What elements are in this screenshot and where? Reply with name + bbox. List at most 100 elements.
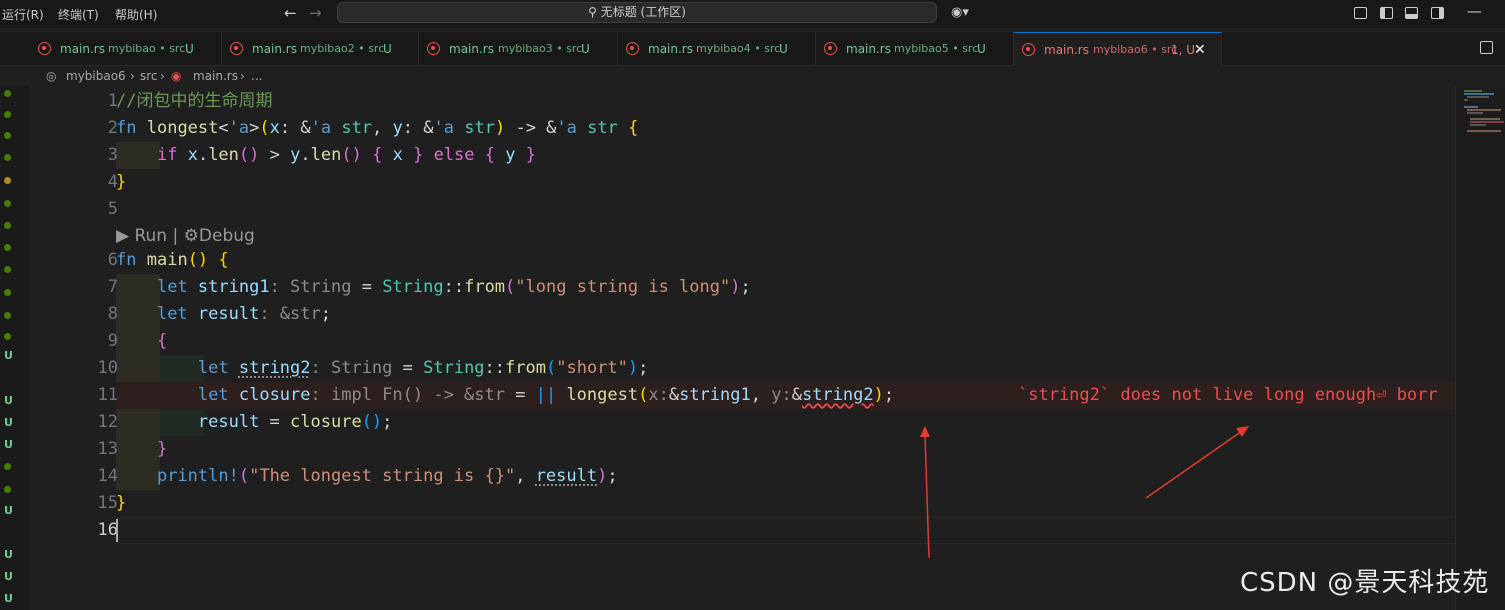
scm-dot [4,222,11,229]
rust-file-icon: ◉ [171,69,182,83]
minimap-line [1464,106,1478,108]
run-codelens[interactable]: Run [134,226,167,246]
tab-mybibao5[interactable]: main.rs mybibao5 • src U [816,32,1014,66]
tab-mybibao6[interactable]: main.rs mybibao6 • src 1, U ✕ [1014,32,1222,66]
tab-filename: main.rs [252,42,297,56]
line-number: 3 [107,145,118,165]
chevron-right-icon: › [130,69,135,83]
breadcrumb-src[interactable]: src [140,69,158,83]
gear-icon: ⚙ [183,226,199,246]
code-line-2: fn longest<'a>(x: &'a str, y: &'a str) -… [116,118,639,138]
tab-mybibao[interactable]: main.rs mybibao • src U [30,32,222,66]
code-line-9: { [156,331,168,351]
play-icon: ▶ [116,226,130,246]
folder-icon: ◎ [46,69,57,83]
untracked-badge: U [4,416,13,429]
chevron-right-icon: › [240,69,245,83]
code-editor[interactable]: 1 2 3 4 5 6 7 8 9 10 11 12 13 14 15 16 /… [30,86,1455,610]
line-number: 16 [97,520,118,540]
line-number: 10 [97,358,118,378]
tab-mybibao3[interactable]: main.rs mybibao3 • src U [419,32,618,66]
code-line-14: println!("The longest string is {}", res… [156,466,618,486]
tab-filename: main.rs [449,42,494,56]
code-line-13: } [156,439,168,459]
tab-description: mybibao3 • src [498,42,583,55]
tab-description: mybibao6 • src [1093,43,1178,56]
rust-file-icon [38,42,51,55]
line-number: 14 [97,466,118,486]
search-text: 无标题 (工作区) [600,5,686,19]
split-editor-icon[interactable] [1480,41,1493,54]
minimap-line [1464,90,1482,92]
minimap-line [1467,109,1501,111]
breadcrumb-file[interactable]: main.rs [193,69,238,83]
forward-arrow-icon[interactable]: → [309,4,322,22]
line-number: 4 [107,172,118,192]
tab-mybibao4[interactable]: main.rs mybibao4 • src U [618,32,816,66]
menu-run[interactable]: 运行(R) [2,6,44,23]
tab-status: U [779,42,788,56]
rust-file-icon [626,42,639,55]
breadcrumb-folder[interactable]: mybibao6 [66,69,126,83]
current-line-highlight [116,517,1455,544]
line-number: 12 [97,412,118,432]
line-number: 5 [107,199,118,219]
code-line-6: fn main() { [116,250,229,270]
tab-status: U [581,42,590,56]
rust-file-icon [427,42,440,55]
code-line-15: } [116,493,127,513]
close-tab-icon[interactable]: ✕ [1194,33,1206,66]
minimap-line [1467,112,1483,114]
minimap-line [1470,121,1504,123]
watermark: CSDN @景天科技苑 [1240,568,1490,598]
copilot-icon[interactable]: ◉▾ [951,5,969,20]
minimap-line [1464,93,1494,95]
scm-dot [4,154,11,161]
code-line-3: if x.len() > y.len() { x } else { y } [156,145,537,165]
line-number: 13 [97,439,118,459]
inline-error-message: `string2` does not live long enough⏎ bor… [1018,385,1438,405]
tab-description: mybibao2 • src [300,42,385,55]
codelens-separator: | [172,226,179,246]
breadcrumb-ellipsis[interactable]: ... [251,69,262,83]
scm-dot [4,200,11,207]
minimap-line [1464,99,1468,101]
tab-description: mybibao5 • src [894,42,979,55]
untracked-badge: U [4,438,13,451]
line-number: 1 [107,91,118,111]
command-center-search[interactable]: ⚲ 无标题 (工作区) [337,2,937,23]
rust-file-icon [230,42,243,55]
minimap-line [1467,96,1489,98]
scm-dot [4,244,11,251]
untracked-badge: U [4,570,13,583]
customize-layout-icon[interactable] [1354,7,1367,19]
line-number: 9 [107,331,118,351]
toggle-primary-sidebar-icon[interactable] [1380,7,1393,19]
untracked-badge: U [4,592,13,605]
line-number: 6 [107,250,118,270]
line-number: 15 [97,493,118,513]
toggle-panel-icon[interactable] [1405,7,1418,19]
code-line-7: let string1: String = String::from("long… [156,277,751,297]
title-bar: 运行(R) 终端(T) 帮助(H) ← → ⚲ 无标题 (工作区) ◉▾ — [0,0,1505,28]
text-cursor [116,519,118,542]
untracked-badge: U [4,394,13,407]
minimize-icon[interactable]: — [1467,2,1482,20]
toggle-secondary-sidebar-icon[interactable] [1431,7,1444,19]
minimap[interactable] [1455,86,1505,610]
menu-help[interactable]: 帮助(H) [115,6,157,23]
code-line-12: result = closure(); [197,412,393,432]
line-number: 2 [107,118,118,138]
tab-mybibao2[interactable]: main.rs mybibao2 • src U [222,32,419,66]
scm-dot [4,333,11,340]
debug-codelens[interactable]: Debug [199,226,255,246]
scm-dot [4,486,11,493]
code-line-4: } [116,172,127,192]
menu-terminal[interactable]: 终端(T) [58,6,99,23]
scm-dot [4,177,11,184]
untracked-badge: U [4,548,13,561]
back-arrow-icon[interactable]: ← [284,4,297,22]
tab-description: mybibao • src [108,42,186,55]
code-line-10: let string2: String = String::from("shor… [197,358,649,378]
tab-filename: main.rs [648,42,693,56]
